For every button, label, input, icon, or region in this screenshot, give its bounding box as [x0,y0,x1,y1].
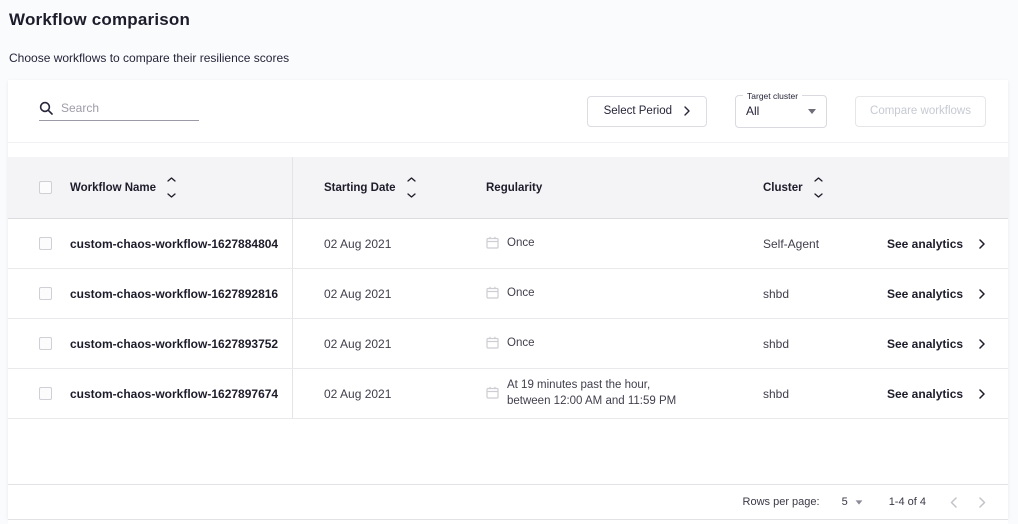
regularity: Once [507,286,535,302]
regularity: Once [507,336,535,352]
chevron-right-icon [979,239,985,249]
chevron-down-icon [808,109,816,114]
cluster: shbd [763,387,789,401]
column-header-regularity: Regularity [486,182,542,194]
see-analytics-link[interactable]: See analytics [873,337,1008,351]
compare-workflows-button[interactable]: Compare workflows [855,96,986,127]
column-header-starting-date: Starting Date [324,182,396,194]
chevron-down-icon [855,500,862,504]
pagination-range: 1-4 of 4 [889,496,926,508]
sort-asc-icon [407,177,416,182]
see-analytics-link[interactable]: See analytics [873,387,1008,401]
sort-desc-icon [407,193,416,198]
table-row: custom-chaos-workflow-1627893752 02 Aug … [8,319,1008,369]
chevron-right-icon [979,389,985,399]
sort-cluster[interactable] [814,177,823,198]
search-input[interactable] [61,101,181,115]
chevron-right-icon [979,289,985,299]
cluster: shbd [763,337,789,351]
calendar-icon [486,336,499,352]
sort-asc-icon [167,177,176,182]
page-title: Workflow comparison [9,10,1018,30]
sort-asc-icon [814,177,823,182]
filter-toolbar: Select Period Target cluster All Compare… [8,80,1008,143]
column-header-workflow-name: Workflow Name [70,182,156,194]
workflows-table: Workflow Name Starting Date Regularity C… [8,157,1008,419]
pagination-bar: Rows per page: 5 1-4 of 4 [8,484,1008,519]
see-analytics-label: See analytics [887,337,963,351]
regularity: Once [507,236,535,252]
see-analytics-label: See analytics [887,287,963,301]
toolbar-actions: Select Period Target cluster All Compare… [587,95,986,128]
starting-date: 02 Aug 2021 [324,287,391,301]
column-header-cluster: Cluster [763,182,803,194]
target-cluster-value: All [746,104,808,118]
pagination-nav [950,497,994,508]
select-all-checkbox[interactable] [39,181,52,194]
row-checkbox[interactable] [39,287,52,300]
next-page-button[interactable] [979,497,986,508]
workflow-name: custom-chaos-workflow-1627897674 [70,387,278,401]
workflow-name: custom-chaos-workflow-1627884804 [70,237,278,251]
regularity: At 19 minutes past the hour, between 12:… [507,378,676,409]
see-analytics-link[interactable]: See analytics [873,237,1008,251]
see-analytics-label: See analytics [887,237,963,251]
select-period-label: Select Period [604,105,672,117]
sort-starting-date[interactable] [407,177,416,198]
compare-workflows-label: Compare workflows [870,105,971,117]
calendar-icon [486,286,499,302]
rows-per-page-value: 5 [842,496,848,508]
page-header: Workflow comparison Choose workflows to … [0,0,1018,65]
target-cluster-label: Target cluster [743,91,802,101]
page-subtitle: Choose workflows to compare their resili… [9,51,1018,65]
previous-page-button[interactable] [950,497,957,508]
row-checkbox[interactable] [39,387,52,400]
table-empty-space [8,419,1008,484]
sort-desc-icon [167,193,176,198]
workflow-name: custom-chaos-workflow-1627893752 [70,337,278,351]
next-section-edge [8,519,1008,524]
sort-desc-icon [814,193,823,198]
target-cluster-select[interactable]: Target cluster All [735,95,827,128]
rows-per-page-select[interactable]: 5 [842,496,863,508]
chevron-right-icon [979,339,985,349]
cluster: Self-Agent [763,237,819,251]
rows-per-page-label: Rows per page: [743,496,820,508]
row-checkbox[interactable] [39,337,52,350]
chevron-right-icon [684,106,690,116]
cluster: shbd [763,287,789,301]
workflow-comparison-card: Select Period Target cluster All Compare… [8,80,1008,519]
table-header-row: Workflow Name Starting Date Regularity C… [8,157,1008,219]
calendar-icon [486,236,499,252]
starting-date: 02 Aug 2021 [324,237,391,251]
calendar-icon [486,386,499,402]
see-analytics-link[interactable]: See analytics [873,287,1008,301]
table-row: custom-chaos-workflow-1627892816 02 Aug … [8,269,1008,319]
starting-date: 02 Aug 2021 [324,387,391,401]
select-period-button[interactable]: Select Period [587,96,707,127]
table-row: custom-chaos-workflow-1627897674 02 Aug … [8,369,1008,419]
see-analytics-label: See analytics [887,387,963,401]
sort-workflow-name[interactable] [167,177,176,198]
table-row: custom-chaos-workflow-1627884804 02 Aug … [8,219,1008,269]
search-icon [39,101,53,115]
starting-date: 02 Aug 2021 [324,337,391,351]
search-box [39,101,199,121]
workflow-name: custom-chaos-workflow-1627892816 [70,287,278,301]
row-checkbox[interactable] [39,237,52,250]
